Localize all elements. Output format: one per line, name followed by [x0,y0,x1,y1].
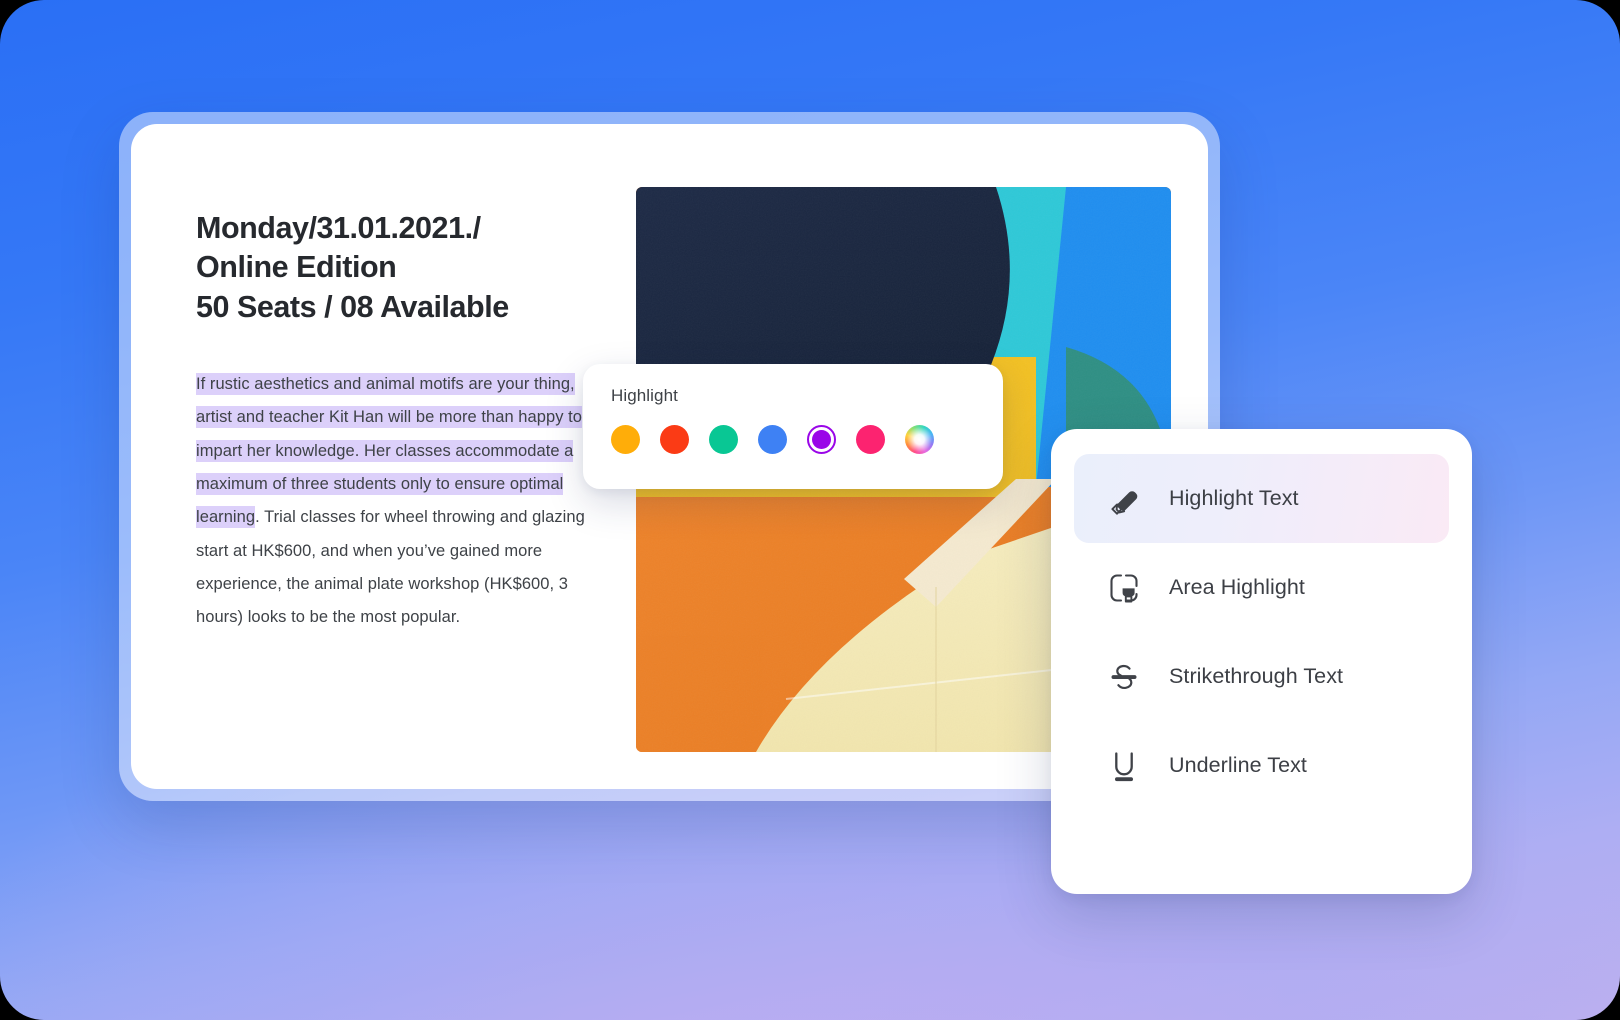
menu-item-label: Area Highlight [1169,575,1305,599]
menu-item-label: Strikethrough Text [1169,664,1344,688]
swatch-purple[interactable] [807,425,836,454]
article-body: If rustic aesthetics and animal motifs a… [196,368,586,635]
highlight-popup-title: Highlight [611,386,678,405]
swatch-blue[interactable] [758,425,787,454]
menu-item-area-highlight[interactable]: Area Highlight [1074,543,1449,632]
strikethrough-icon [1103,656,1145,698]
menu-item-highlight-text[interactable]: Highlight Text [1074,454,1449,543]
swatch-custom-color-wheel[interactable] [905,425,934,454]
menu-item-underline-text[interactable]: Underline Text [1074,721,1449,810]
swatch-red[interactable] [660,425,689,454]
highlighted-passage[interactable]: If rustic aesthetics and animal motifs a… [196,373,582,529]
document-text-column: Monday/31.01.2021./ Online Edition 50 Se… [196,209,586,635]
article-body-rest: . Trial classes for wheel throwing and g… [196,508,585,627]
color-swatch-row [611,425,975,454]
swatch-green[interactable] [709,425,738,454]
swatch-orange[interactable] [611,425,640,454]
swatch-pink[interactable] [856,425,885,454]
area-highlight-icon [1103,567,1145,609]
swatch-purple-fill [812,430,831,449]
menu-item-strikethrough-text[interactable]: Strikethrough Text [1074,632,1449,721]
underline-icon [1103,745,1145,787]
menu-item-label: Highlight Text [1169,486,1299,510]
highlight-color-popup: Highlight [583,364,1003,489]
page-title: Monday/31.01.2021./ Online Edition 50 Se… [196,211,509,324]
annotation-context-menu: Highlight Text Area Highlight Strikethroug… [1051,429,1472,894]
highlighter-pen-icon [1103,478,1145,520]
menu-item-label: Underline Text [1169,753,1307,777]
